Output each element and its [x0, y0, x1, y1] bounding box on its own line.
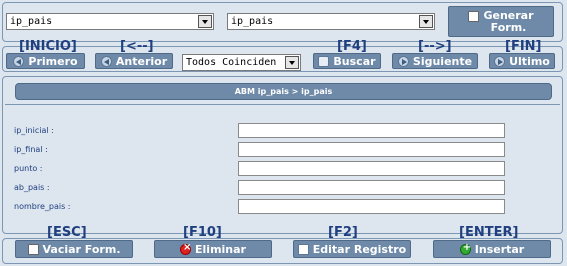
divider: [5, 104, 560, 105]
punto-input[interactable]: [238, 161, 505, 176]
key-last: [FIN]: [505, 39, 542, 54]
delete-button[interactable]: Eliminar: [154, 240, 272, 258]
insert-button[interactable]: Insertar: [433, 240, 551, 258]
key-search: [F4]: [337, 39, 367, 54]
insert-label: Insertar: [474, 242, 525, 256]
next-button[interactable]: Siguiente: [392, 53, 478, 69]
form-icon: [27, 243, 39, 255]
edit-record-button[interactable]: Editar Registro: [293, 240, 411, 258]
form-title: ABM ip_pais > ip_pais: [234, 87, 333, 96]
chevron-down-icon[interactable]: [419, 15, 433, 28]
edit-icon: [297, 243, 309, 255]
last-button[interactable]: Ultimo: [489, 53, 555, 69]
label-nombre-pais: nombre_pais :: [14, 202, 71, 211]
last-icon: [494, 55, 506, 67]
first-icon: [13, 55, 25, 67]
ip-final-input[interactable]: [238, 142, 505, 157]
clear-form-button[interactable]: Vaciar Form.: [15, 240, 133, 258]
field-select[interactable]: ip_pais: [227, 13, 435, 30]
label-ip-inicial: ip_inicial :: [14, 126, 54, 135]
label-ip-final: ip_final :: [14, 145, 48, 154]
ab-pais-input[interactable]: [238, 180, 505, 195]
previous-button[interactable]: Anterior: [95, 53, 173, 69]
add-icon: [459, 242, 471, 255]
form-title-bar: ABM ip_pais > ip_pais: [15, 83, 552, 100]
prev-icon: [100, 55, 112, 67]
table-select[interactable]: ip_pais: [6, 13, 214, 30]
key-insert: [ENTER]: [459, 225, 519, 240]
label-punto: punto :: [14, 164, 43, 173]
field-select-value: ip_pais: [231, 16, 274, 27]
first-label: Primero: [28, 54, 78, 68]
form-icon: [467, 10, 479, 22]
delete-icon: [180, 242, 191, 255]
label-ab-pais: ab_pais :: [14, 183, 50, 192]
first-button[interactable]: Primero: [6, 53, 85, 69]
table-select-value: ip_pais: [10, 16, 53, 27]
chevron-down-icon[interactable]: [198, 15, 212, 28]
clear-form-label: Vaciar Form.: [42, 242, 121, 256]
search-icon: [318, 55, 330, 67]
search-button[interactable]: Buscar: [313, 53, 381, 69]
generate-form-button[interactable]: Generar Form.: [448, 6, 554, 37]
filter-select[interactable]: Todos Coinciden: [182, 54, 301, 71]
key-next: [-->]: [418, 39, 452, 54]
next-label: Siguiente: [412, 54, 473, 68]
key-delete: [F10]: [183, 225, 222, 240]
previous-label: Anterior: [115, 54, 168, 68]
next-icon: [397, 55, 409, 67]
delete-label: Eliminar: [195, 242, 246, 256]
key-first: [INICIO]: [19, 39, 77, 54]
search-label: Buscar: [333, 54, 376, 68]
generate-form-label: Generar Form.: [483, 8, 534, 34]
edit-record-label: Editar Registro: [312, 242, 407, 256]
filter-select-value: Todos Coinciden: [186, 57, 277, 68]
ip-inicial-input[interactable]: [238, 123, 505, 138]
nombre-pais-input[interactable]: [238, 199, 505, 214]
key-edit: [F2]: [328, 225, 358, 240]
key-prev: [<--]: [120, 39, 154, 54]
last-label: Ultimo: [509, 54, 550, 68]
chevron-down-icon[interactable]: [285, 56, 299, 69]
key-clear: [ESC]: [47, 225, 87, 240]
